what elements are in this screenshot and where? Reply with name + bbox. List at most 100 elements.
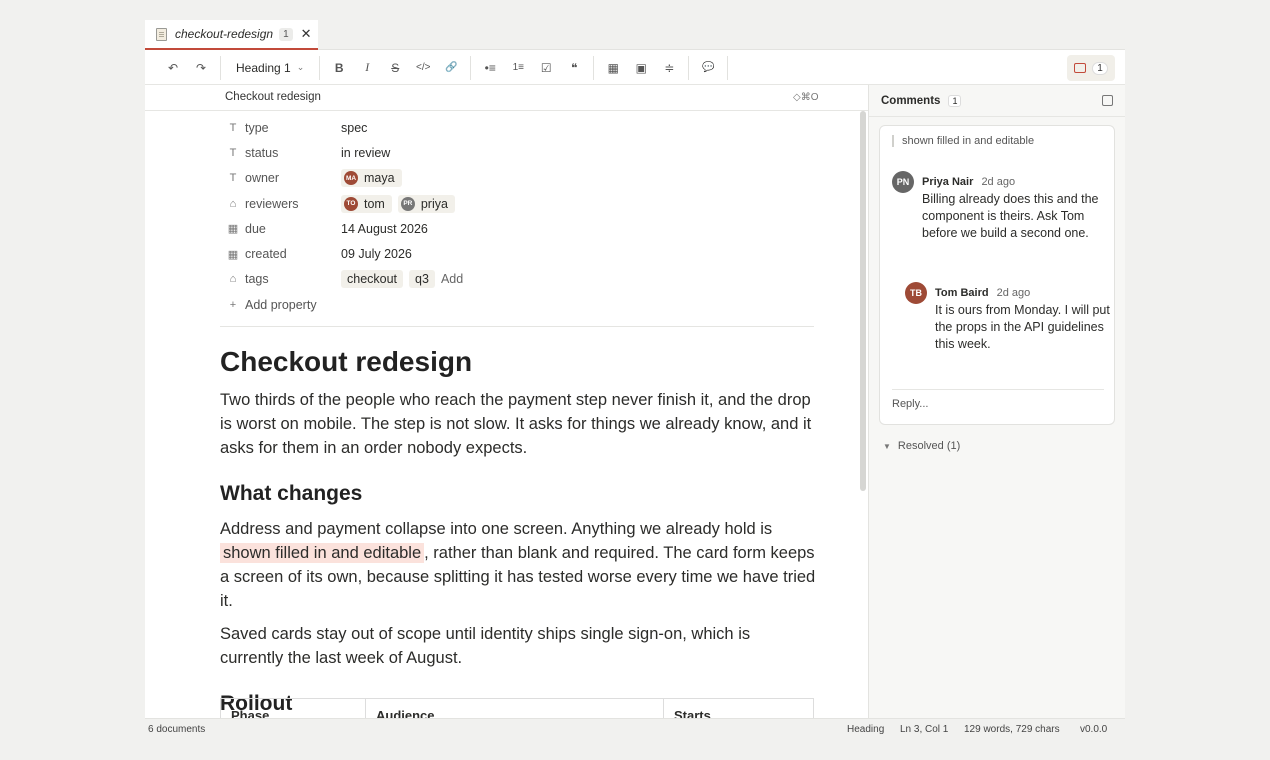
tab-bar: checkout-redesign 1 ✕ [145,20,1125,50]
table-header-starts[interactable]: Starts [664,699,813,718]
property-due[interactable]: ▦ due 14 August 2026 [225,216,815,241]
document-title[interactable]: Checkout redesign [220,345,816,379]
comment-author: Tom Baird [935,287,989,299]
tag-chip[interactable]: checkout [341,270,404,289]
code-button[interactable]: </> [409,55,437,81]
breadcrumb[interactable]: Checkout redesign [225,91,321,103]
toolbar-divider [319,55,321,80]
property-created[interactable]: ▦ created 09 July 2026 [225,241,815,266]
quote-button[interactable]: ❝ [560,55,588,81]
property-value: TO tom PR priya [341,194,455,213]
property-key: type [245,120,269,135]
plus-icon: + [229,298,237,311]
add-property-label: Add property [245,297,317,312]
add-comment-button[interactable]: 💬 [694,55,722,81]
person-name: tom [364,196,385,211]
property-value[interactable]: spec [341,121,367,135]
image-button[interactable]: ▣ [627,55,655,81]
tag-icon: ⌂ [229,273,237,286]
property-key: owner [245,171,280,186]
status-cursor: Ln 3, Col 1 [900,724,949,735]
comment-time: 2d ago [981,176,1016,188]
table-button[interactable]: ▦ [599,55,627,81]
comment-author: Priya Nair [922,176,974,188]
document-body[interactable]: Checkout redesign Two thirds of the peop… [220,335,816,718]
checklist-button[interactable]: ☑ [532,55,560,81]
tab-badge: 1 [279,27,293,41]
property-status[interactable]: T status in review [225,140,815,165]
text-type-icon: T [229,121,237,134]
person-name: priya [420,196,448,211]
comment-icon [1074,63,1087,73]
property-value[interactable]: 09 July 2026 [341,247,412,261]
property-tags[interactable]: ⌂ tags checkout q3 Add [225,267,815,292]
property-owner[interactable]: T owner MA maya [225,166,815,191]
calendar-icon: ▦ [227,223,239,236]
person-chip[interactable]: TO tom [341,194,392,213]
redo-button[interactable]: ↷ [187,55,215,81]
status-bar: 6 documents Heading Ln 3, Col 1 129 word… [145,718,1125,740]
property-value[interactable]: in review [341,146,390,160]
tab-checkout-redesign[interactable]: checkout-redesign 1 ✕ [145,20,318,50]
comment-thread[interactable]: shown filled in and editable PN Priya Na… [879,125,1115,425]
person-chip[interactable]: PR priya [397,194,455,213]
strikethrough-button[interactable]: S [381,55,409,81]
property-value: checkout q3 Add [341,270,463,289]
numbered-list-button[interactable]: 1≡ [504,55,532,81]
commented-highlight[interactable]: shown filled in and editable [220,543,425,563]
undo-button[interactable]: ↶ [159,55,187,81]
property-value[interactable]: 14 August 2026 [341,222,428,236]
add-tag-button[interactable]: Add [441,272,463,286]
heading-what-changes[interactable]: What changes [220,480,816,508]
text-type-icon: T [229,146,237,159]
table-header-audience[interactable]: Audience [366,699,664,718]
avatar: MA [344,171,358,186]
bold-button[interactable]: B [325,55,353,81]
reply-input[interactable]: Reply... [892,389,1104,410]
link-button[interactable]: 🔗 [437,55,465,81]
comment-meta: Priya Nair 2d ago [922,176,1015,188]
formatting-toolbar: ↶ ↷ Heading 1 ⌄ B I S </> 🔗 •≡ 1≡ ☑ ❝ ▦ … [145,51,1125,85]
rollout-table[interactable]: Phase Audience Starts [220,698,814,718]
property-type[interactable]: T type spec [225,115,815,140]
property-key: status [245,145,279,160]
toolbar-divider [470,55,472,80]
document-icon [156,27,167,41]
bullet-list-button[interactable]: •≡ [476,55,504,81]
property-value: MA maya [341,169,402,188]
comments-title: Comments [881,94,941,107]
comment-text: Billing already does this and the compon… [922,192,1099,240]
keyboard-shortcut-hint: ◇⌘O [793,92,819,103]
resolved-toggle[interactable]: ▼ Resolved (1) [883,440,960,452]
editor-scrollbar[interactable] [860,111,866,491]
close-tab-icon[interactable]: ✕ [301,26,312,42]
toggle-comments-button[interactable]: 1 [1067,55,1115,81]
text-type-icon: T [229,172,237,185]
tag-chip[interactable]: q3 [409,270,435,289]
changes-paragraph[interactable]: Address and payment collapse into one sc… [220,517,816,613]
table-header-phase[interactable]: Phase [221,699,366,718]
avatar: PN [892,171,914,193]
breadcrumb-bar: Checkout redesign ◇⌘O [145,85,868,111]
divider-button[interactable]: ≑ [655,55,683,81]
new-comment-icon[interactable] [1102,95,1113,106]
paragraph-text: Address and payment collapse into one sc… [220,520,773,538]
app-window: checkout-redesign 1 ✕ ↶ ↷ Heading 1 ⌄ B … [145,20,1125,740]
intro-paragraph[interactable]: Two thirds of the people who reach the p… [220,388,816,460]
heading-select[interactable]: Heading 1 ⌄ [226,55,314,81]
chevron-down-icon: ⌄ [296,62,305,72]
italic-button[interactable]: I [353,55,381,81]
person-chip[interactable]: MA maya [341,169,402,188]
toolbar-divider [593,55,595,80]
status-counts: 129 words, 729 chars [964,724,1060,735]
properties-divider [220,326,814,327]
property-key: tags [245,272,269,287]
property-key: reviewers [245,196,299,211]
status-block-type: Heading [847,724,885,735]
scope-paragraph[interactable]: Saved cards stay out of scope until iden… [220,622,816,670]
person-name: maya [364,171,395,186]
property-key: created [245,247,287,262]
add-property-button[interactable]: + Add property [225,292,815,317]
avatar: TO [344,196,358,211]
property-reviewers[interactable]: ⌂ reviewers TO tom PR priya [225,191,815,216]
